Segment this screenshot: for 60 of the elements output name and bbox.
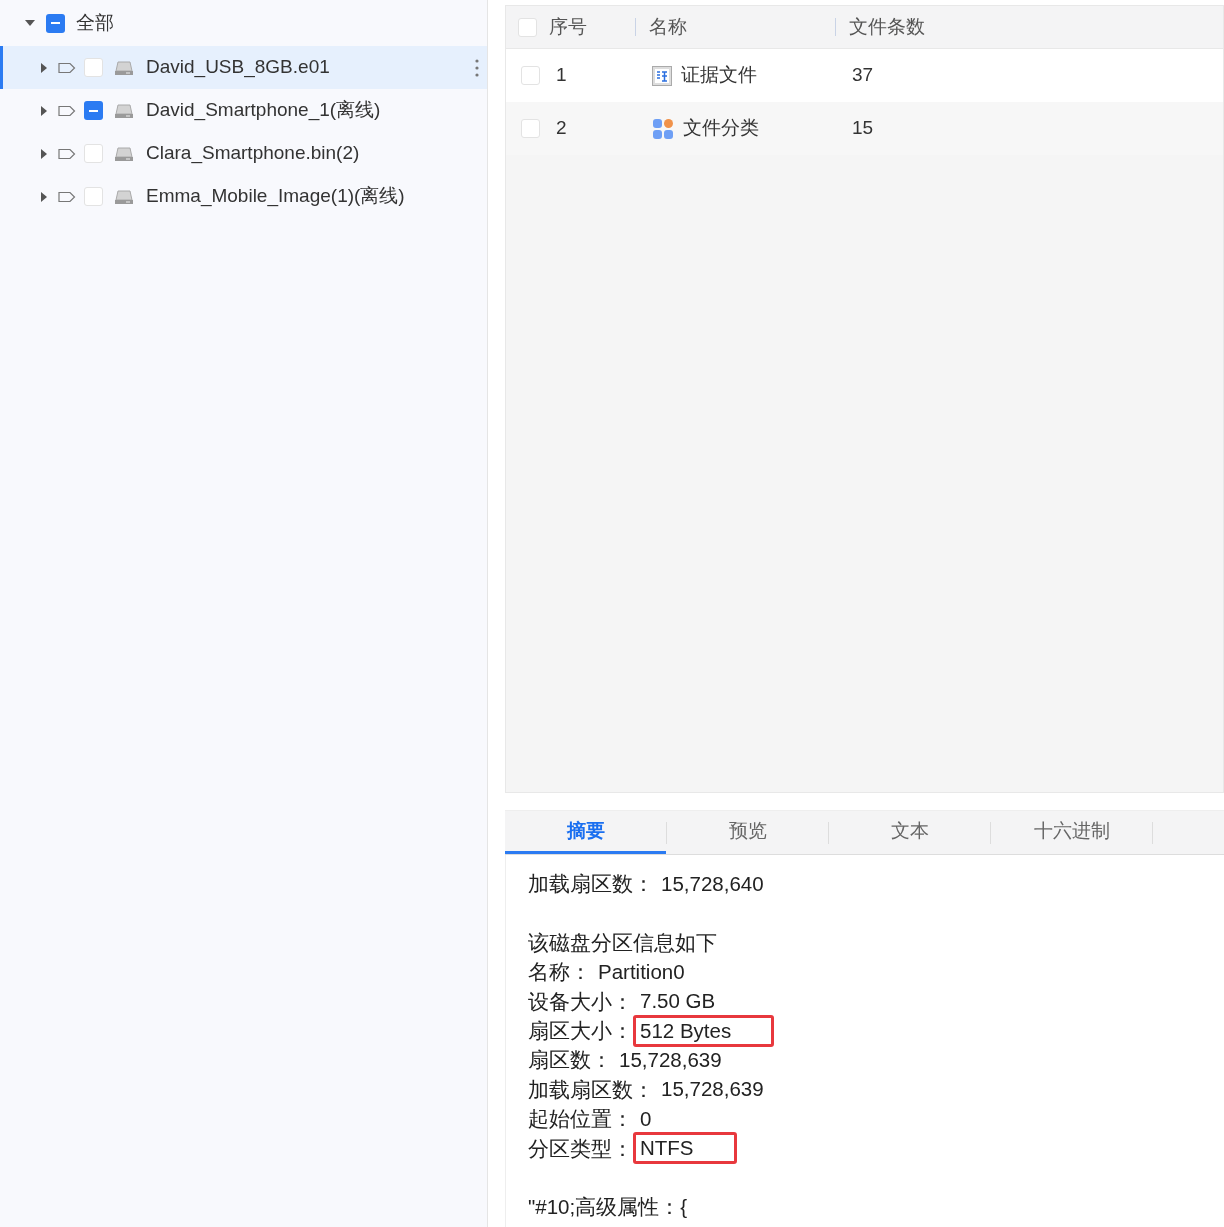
tab[interactable]: 摘要 <box>505 811 666 854</box>
column-header: 序号 <box>549 14 587 39</box>
checkbox[interactable] <box>521 119 540 138</box>
table-cell-text: 37 <box>852 63 874 88</box>
field-label: 加载扇区数： <box>528 871 654 897</box>
table-row[interactable]: 1 证据文件 37 <box>506 49 1223 102</box>
field-value: 512 Bytes <box>633 1014 775 1047</box>
drive-icon <box>114 102 134 119</box>
field-label: 扇区数： <box>528 1047 612 1074</box>
field-value: 7.50 GB <box>639 988 717 1015</box>
checkbox[interactable] <box>521 66 540 85</box>
tag-icon[interactable] <box>58 190 76 203</box>
field-label: 分区类型： <box>528 1135 633 1162</box>
field-value: NTFS <box>633 1132 737 1165</box>
tab[interactable]: 预览 <box>667 811 828 854</box>
tag-icon[interactable] <box>58 147 76 160</box>
summary-heading: "#10;高级属性：{ <box>528 1194 688 1221</box>
tree-item-label: David_Smartphone_1(离线) <box>146 98 382 123</box>
tree-item-label: Clara_Smartphone.bin(2) <box>146 141 361 166</box>
table-cell: 1 <box>556 64 567 86</box>
tab[interactable]: 十六进制 <box>991 811 1152 854</box>
tag-icon[interactable] <box>58 61 76 74</box>
field-value: 15,728,639 <box>618 1047 723 1074</box>
field-label: 设备大小： <box>528 988 633 1015</box>
field-label: 名称： <box>528 959 591 986</box>
field-value: 15,728,639 <box>660 1076 765 1103</box>
table-cell-text: 15 <box>852 116 874 141</box>
field-value: Partition0 <box>597 958 686 985</box>
drive-icon <box>114 188 134 205</box>
column-header: 名称 <box>649 14 687 39</box>
drive-icon <box>114 145 134 162</box>
field-label: 扇区大小： <box>528 1017 633 1044</box>
table-cell: 2 <box>556 117 567 139</box>
tree-row[interactable]: David_Smartphone_1(离线) <box>0 89 487 132</box>
table-cell-text: 文件分类 <box>683 116 759 141</box>
checkbox[interactable] <box>84 144 103 163</box>
field-label: 加载扇区数： <box>528 1076 654 1103</box>
field-value: 15,728,640 <box>660 870 765 897</box>
tree-row[interactable]: Clara_Smartphone.bin(2) <box>0 132 487 175</box>
tree-item[interactable]: 全部 <box>76 8 114 38</box>
table-cell-text: 证据文件 <box>681 63 757 88</box>
tab[interactable]: 文本 <box>829 811 990 854</box>
tree-row[interactable]: Emma_Mobile_Image(1)(离线) <box>0 175 487 218</box>
checkbox[interactable] <box>518 17 537 37</box>
checkbox[interactable] <box>84 187 103 206</box>
field-label: 起始位置： <box>528 1106 633 1133</box>
drive-icon <box>114 59 134 76</box>
certificate-icon <box>652 65 672 86</box>
category-icon <box>652 117 674 140</box>
tree-item-label: Emma_Mobile_Image(1)(离线) <box>146 184 406 209</box>
tree-row[interactable]: David_USB_8GB.e01 <box>0 46 487 89</box>
summary-heading: 该磁盘分区信息如下 <box>528 929 717 956</box>
checkbox[interactable] <box>46 13 65 33</box>
more-icon[interactable] <box>475 58 479 77</box>
tag-icon[interactable] <box>58 104 76 117</box>
tree-item-label: David_USB_8GB.e01 <box>146 55 331 80</box>
column-header: 文件条数 <box>849 14 925 39</box>
checkbox[interactable] <box>84 101 103 120</box>
field-value: 0 <box>639 1105 653 1132</box>
checkbox[interactable] <box>84 58 103 77</box>
